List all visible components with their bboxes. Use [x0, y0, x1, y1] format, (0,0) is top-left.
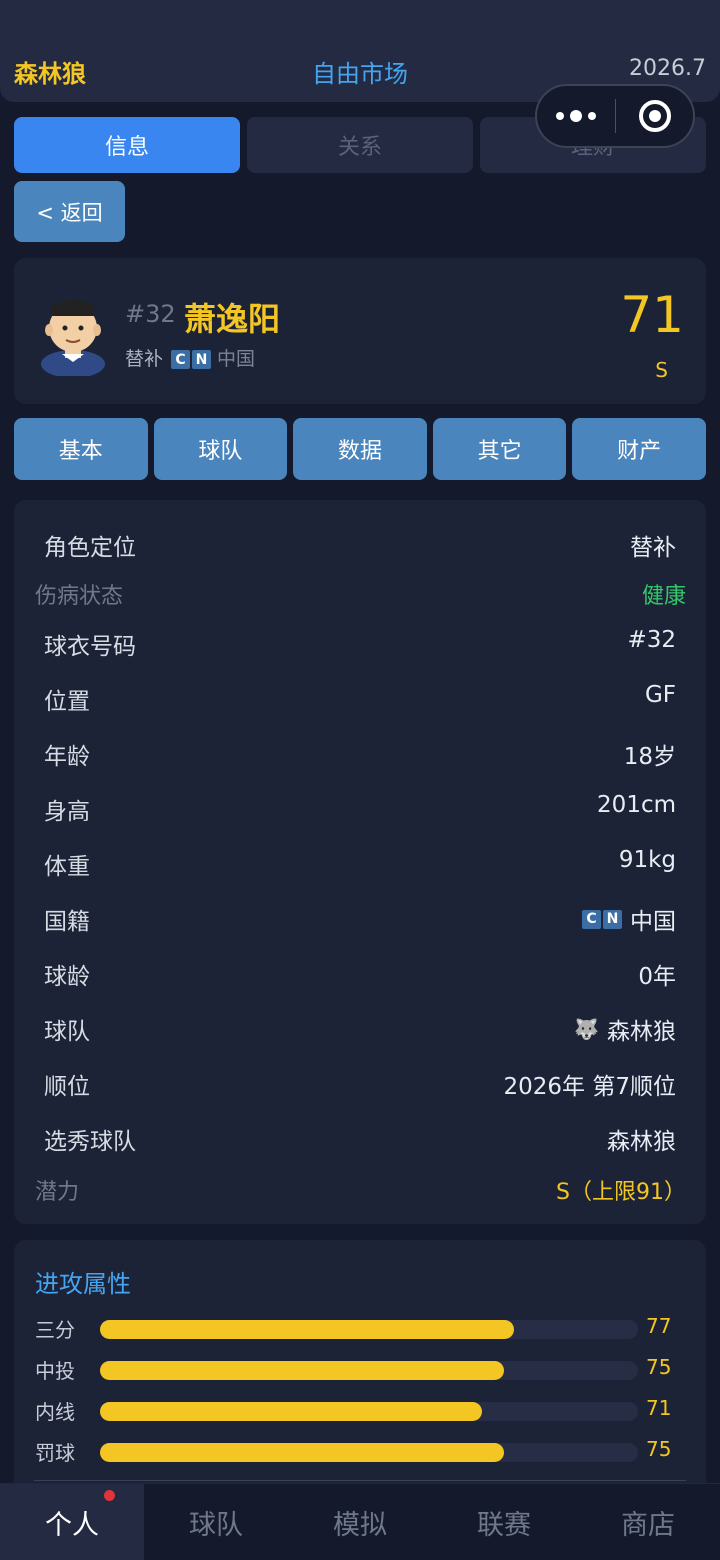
player-avatar — [41, 300, 105, 376]
nav-league[interactable]: 联赛 — [432, 1484, 576, 1560]
player-number: #32 — [125, 300, 176, 328]
wolf-logo-icon: 🐺 — [574, 1017, 599, 1041]
subtab-stats[interactable]: 数据 — [293, 418, 427, 480]
sub-tabs: 基本 球队 数据 其它 财产 — [14, 418, 706, 480]
miniprogram-capsule — [535, 84, 695, 148]
player-country: 中国 — [217, 348, 256, 370]
notification-dot — [104, 1490, 115, 1501]
subtab-basic[interactable]: 基本 — [14, 418, 148, 480]
nav-shop[interactable]: 商店 — [576, 1484, 720, 1560]
attr-fill — [100, 1443, 504, 1462]
game-date: 2026.7 — [629, 56, 706, 81]
tab-relations[interactable]: 关系 — [247, 117, 473, 173]
target-circle-icon — [638, 100, 671, 132]
china-flag-icon: CN — [582, 909, 622, 929]
basic-info-card: 角色定位 替补 伤病状态 健康 球衣号码 #32 位置 GF 年龄 18岁 身高… — [14, 500, 706, 1224]
attr-fill — [100, 1361, 504, 1380]
player-role: 替补 — [125, 348, 164, 370]
attr-bar: 内线 71 — [35, 1396, 672, 1424]
player-grade: S — [655, 358, 668, 382]
subtab-assets[interactable]: 财产 — [572, 418, 706, 480]
close-miniprogram-button[interactable] — [616, 100, 693, 132]
attr-fill — [100, 1402, 482, 1421]
back-button[interactable]: < 返回 — [14, 181, 125, 242]
section-divider — [34, 1480, 686, 1481]
nav-simulate[interactable]: 模拟 — [288, 1484, 432, 1560]
player-overall: 71 — [620, 286, 684, 344]
nav-team[interactable]: 球队 — [144, 1484, 288, 1560]
attack-attributes-card: 进攻属性 三分 77 中投 75 内线 71 罚球 75 — [14, 1240, 706, 1500]
attack-title: 进攻属性 — [35, 1270, 131, 1298]
attr-bar: 罚球 75 — [35, 1437, 672, 1465]
subtab-team[interactable]: 球队 — [153, 418, 288, 480]
player-role-line: 替补 C N 中国 — [125, 344, 255, 371]
subtab-other[interactable]: 其它 — [432, 418, 567, 480]
attr-fill — [100, 1320, 515, 1339]
nav-personal[interactable]: 个人 — [0, 1484, 144, 1560]
attr-bar: 中投 75 — [35, 1355, 672, 1383]
player-card: #32 萧逸阳 替补 C N 中国 71 S — [14, 258, 706, 404]
attr-bar: 三分 77 — [35, 1314, 672, 1342]
china-flag-icon: CN — [171, 350, 212, 369]
player-name: 萧逸阳 — [184, 300, 281, 338]
bottom-nav: 个人 球队 模拟 联赛 商店 — [0, 1483, 720, 1560]
tab-info[interactable]: 信息 — [14, 117, 240, 173]
more-menu-icon[interactable] — [537, 86, 615, 146]
